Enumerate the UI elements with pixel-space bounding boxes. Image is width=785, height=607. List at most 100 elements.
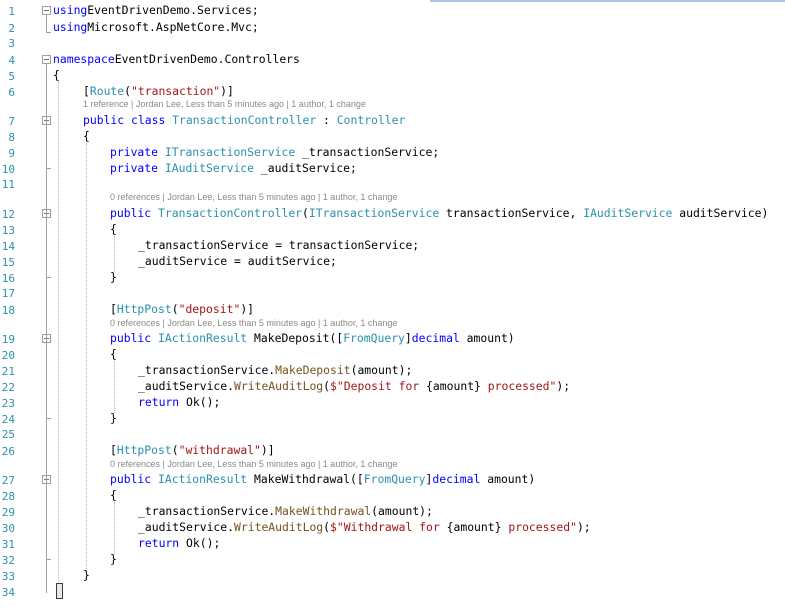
outline-end-tick: [46, 418, 51, 419]
code-line[interactable]: {: [110, 222, 117, 236]
outline-end-tick: [46, 277, 51, 278]
line-number: 26: [1, 445, 15, 458]
code-token: (: [323, 379, 331, 393]
code-token: (amount);: [371, 504, 433, 518]
code-line[interactable]: _transactionService = transactionService…: [138, 238, 419, 252]
code-line[interactable]: private IAuditService _auditService;: [110, 161, 357, 175]
code-token: (: [171, 302, 179, 316]
code-token: }: [110, 411, 117, 425]
codelens-info[interactable]: 0 references | Jordan Lee, Less than 5 m…: [110, 458, 397, 470]
code-token: }: [110, 552, 117, 566]
code-token: [: [110, 443, 117, 457]
outline-bar: [46, 14, 47, 32]
code-token: Ok();: [179, 395, 221, 409]
line-number: 12: [1, 208, 15, 221]
outline-end-tick: [46, 32, 51, 33]
code-token: _auditService.: [138, 379, 235, 393]
line-number: 8: [8, 131, 15, 144]
code-line[interactable]: return Ok();: [138, 395, 220, 409]
codelens-info[interactable]: 0 references | Jordan Lee, Less than 5 m…: [110, 191, 397, 203]
code-line[interactable]: }: [110, 411, 117, 425]
code-token: {: [83, 129, 90, 143]
code-line[interactable]: {: [110, 347, 117, 361]
code-token: )]: [240, 302, 255, 316]
code-line[interactable]: _auditService.WriteAuditLog($"Withdrawal…: [138, 520, 591, 534]
code-token: MakeWithdrawal: [275, 504, 372, 518]
code-token: _auditService.: [138, 520, 235, 534]
line-number: 32: [1, 554, 15, 567]
code-line[interactable]: _auditService.WriteAuditLog($"Deposit fo…: [138, 379, 570, 393]
indent-guide: [114, 502, 115, 554]
code-token: {amount}: [446, 520, 502, 534]
code-line[interactable]: _transactionService.MakeWithdrawal(amoun…: [138, 504, 433, 518]
line-number: 14: [1, 240, 15, 253]
code-token: {: [110, 222, 117, 236]
code-line[interactable]: {: [110, 488, 117, 502]
code-line[interactable]: public IActionResult MakeDeposit([FromQu…: [110, 331, 515, 345]
code-token: );: [556, 379, 571, 393]
code-line[interactable]: public class TransactionController : Con…: [83, 113, 405, 127]
code-token: "deposit": [178, 302, 241, 316]
code-token: FromQuery: [363, 472, 426, 486]
code-token: amount): [480, 472, 536, 486]
code-line[interactable]: }: [110, 552, 117, 566]
line-number: 11: [1, 178, 15, 191]
codelens-info[interactable]: 0 references | Jordan Lee, Less than 5 m…: [110, 317, 397, 329]
line-number: 22: [1, 381, 15, 394]
line-number: 16: [1, 272, 15, 285]
code-line[interactable]: usingEventDrivenDemo.Services;: [53, 3, 259, 17]
code-token: )]: [220, 84, 234, 98]
line-number: 9: [8, 147, 15, 160]
line-number: 2: [8, 22, 15, 35]
code-line[interactable]: {: [53, 68, 60, 82]
code-token: {: [53, 68, 60, 82]
indent-guide: [114, 236, 115, 272]
code-token: (amount);: [350, 363, 413, 377]
line-number: 1: [8, 5, 15, 18]
code-token: ITransactionService: [164, 145, 296, 159]
code-token: _transactionService.: [138, 504, 276, 518]
code-token: Microsoft.AspNetCore.Mvc;: [87, 20, 259, 34]
code-token: IAuditService: [583, 206, 673, 220]
line-number: 19: [1, 333, 15, 346]
code-token: WriteAuditLog: [234, 379, 324, 393]
text-caret: [56, 583, 63, 599]
code-line[interactable]: private ITransactionService _transaction…: [110, 145, 439, 159]
code-token: "transaction": [131, 84, 221, 98]
code-line[interactable]: namespaceEventDrivenDemo.Controllers: [53, 52, 300, 66]
code-line[interactable]: [HttpPost("deposit")]: [110, 302, 254, 316]
code-token: public: [110, 331, 152, 345]
outline-end-tick: [46, 168, 51, 169]
code-line[interactable]: {: [83, 129, 90, 143]
code-token: amount): [459, 331, 515, 345]
code-token: ]: [404, 331, 412, 345]
code-line[interactable]: [Route("transaction")]: [83, 84, 234, 98]
line-number: 7: [8, 115, 15, 128]
line-number: 15: [1, 256, 15, 269]
code-line[interactable]: }: [110, 270, 117, 284]
code-token: processed": [501, 520, 577, 534]
code-token: _auditService;: [254, 161, 357, 175]
code-token: {amount}: [426, 379, 481, 393]
code-token: using: [53, 3, 88, 17]
code-token: "withdrawal": [178, 443, 261, 457]
code-token: decimal: [411, 331, 460, 345]
code-token: [: [83, 84, 90, 98]
code-token: decimal: [432, 472, 481, 486]
code-token: {: [110, 347, 117, 361]
line-number: 3: [8, 37, 15, 50]
code-line[interactable]: public TransactionController(ITransactio…: [110, 206, 768, 220]
line-number: 24: [1, 413, 15, 426]
code-line[interactable]: _auditService = auditService;: [138, 254, 337, 268]
codelens-info[interactable]: 1 reference | Jordan Lee, Less than 5 mi…: [83, 98, 366, 110]
code-token: (: [124, 84, 132, 98]
line-number: 34: [1, 586, 15, 599]
code-line[interactable]: [HttpPost("withdrawal")]: [110, 443, 275, 457]
outline-end-tick: [46, 559, 51, 560]
code-line[interactable]: usingMicrosoft.AspNetCore.Mvc;: [53, 20, 259, 34]
code-editor[interactable]: 1 usingEventDrivenDemo.Services; 2 usingMic…: [0, 0, 785, 607]
code-line[interactable]: public IActionResult MakeWithdrawal([Fro…: [110, 472, 535, 486]
code-line[interactable]: _transactionService.MakeDeposit(amount);: [138, 363, 412, 377]
code-line[interactable]: return Ok();: [138, 536, 220, 550]
